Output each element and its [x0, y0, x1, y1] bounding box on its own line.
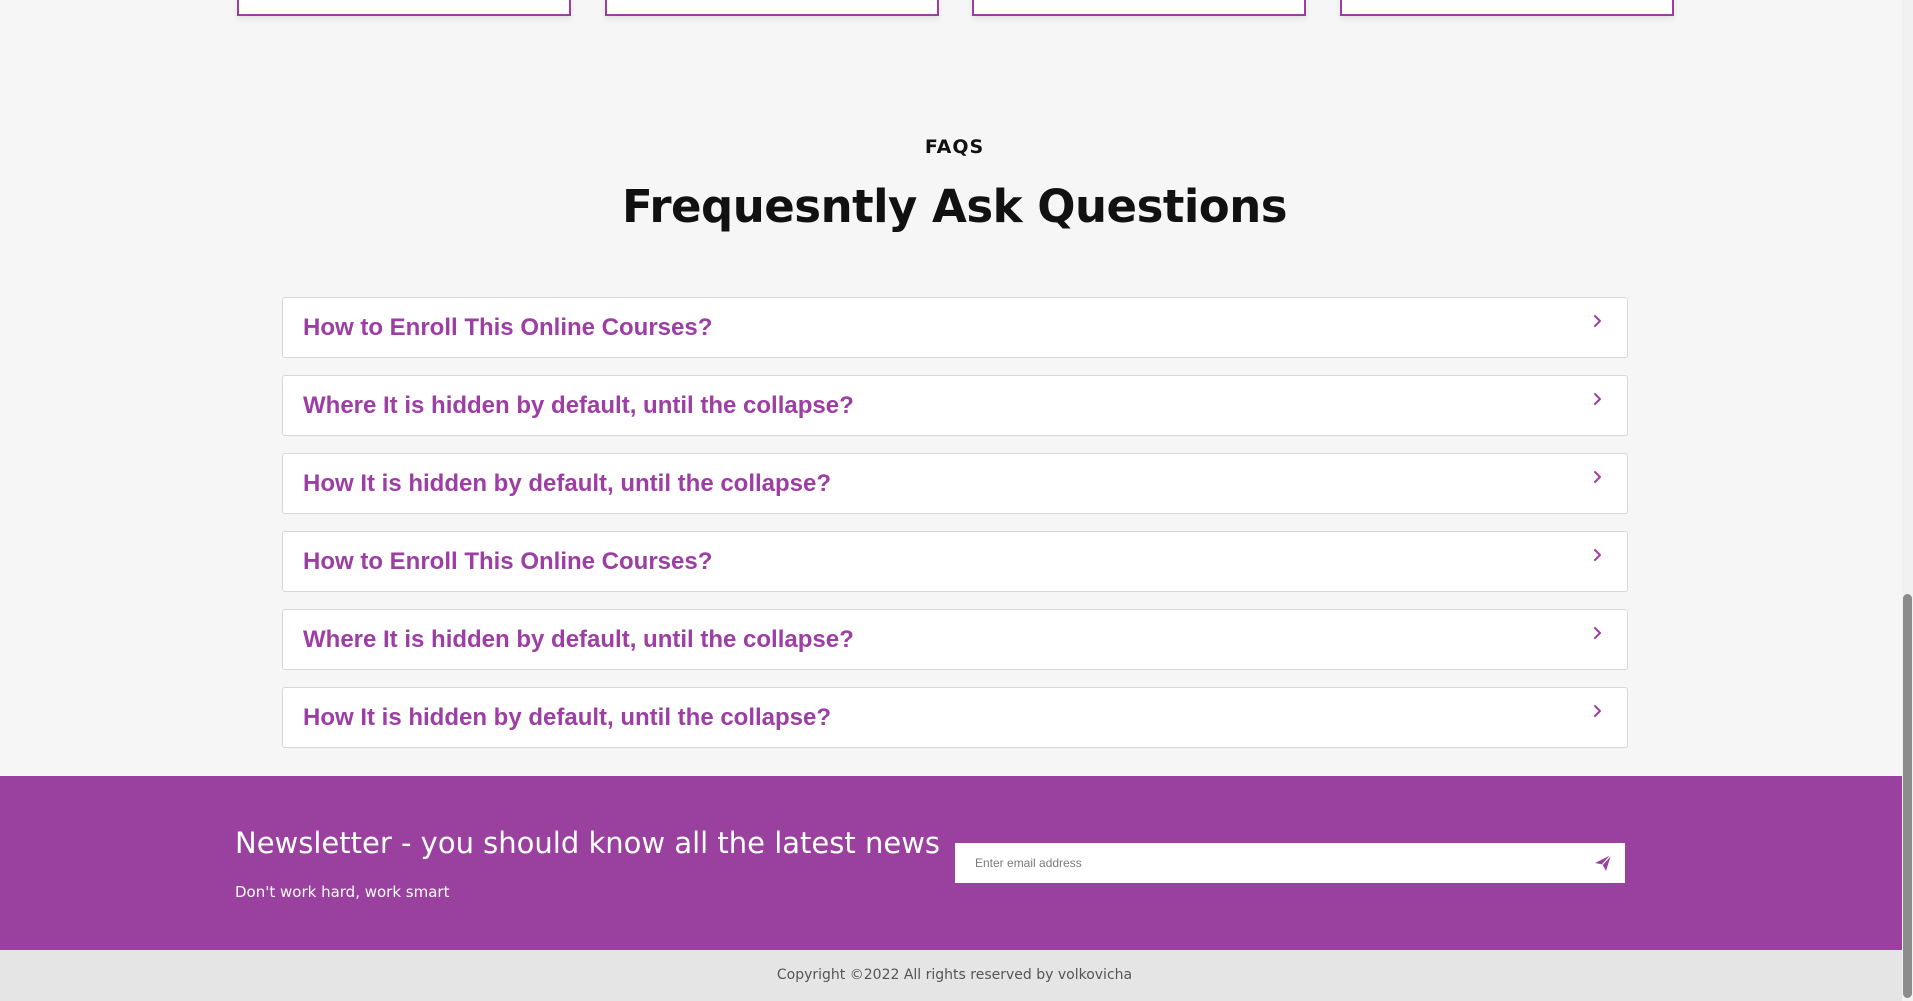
course-card[interactable]	[237, 0, 571, 16]
footer: Copyright ©2022 All rights reserved by v…	[0, 950, 1913, 1001]
course-cards-row	[0, 0, 1913, 20]
newsletter-section: Newsletter - you should know all the lat…	[0, 776, 1913, 950]
chevron-right-icon	[1594, 705, 1601, 717]
email-input[interactable]	[955, 843, 1555, 883]
faq-item[interactable]: How It is hidden by default, until the c…	[282, 453, 1628, 514]
newsletter-title: Newsletter - you should know all the lat…	[235, 826, 941, 860]
faq-item[interactable]: How to Enroll This Online Courses?	[282, 297, 1628, 358]
chevron-right-icon	[1594, 315, 1601, 327]
chevron-right-icon	[1594, 627, 1601, 639]
faq-question: How to Enroll This Online Courses?	[303, 548, 713, 575]
newsletter-subtitle: Don't work hard, work smart	[235, 883, 450, 901]
faq-item[interactable]: How It is hidden by default, until the c…	[282, 687, 1628, 748]
faq-item[interactable]: How to Enroll This Online Courses?	[282, 531, 1628, 592]
page: FAQS Frequesntly Ask Questions How to En…	[0, 0, 1913, 1001]
chevron-right-icon	[1594, 393, 1601, 405]
faq-question: Where It is hidden by default, until the…	[303, 392, 854, 419]
chevron-right-icon	[1594, 471, 1601, 483]
chevron-right-icon	[1594, 549, 1601, 561]
newsletter-form	[955, 843, 1625, 883]
course-card[interactable]	[972, 0, 1306, 16]
paper-plane-icon[interactable]	[1593, 853, 1613, 873]
faq-question: How to Enroll This Online Courses?	[303, 314, 713, 341]
faq-list: How to Enroll This Online Courses? Where…	[282, 297, 1628, 765]
faq-question: How It is hidden by default, until the c…	[303, 704, 832, 731]
faq-item[interactable]: Where It is hidden by default, until the…	[282, 609, 1628, 670]
scrollbar[interactable]	[1902, 0, 1913, 1001]
faq-question: How It is hidden by default, until the c…	[303, 470, 832, 497]
faq-item[interactable]: Where It is hidden by default, until the…	[282, 375, 1628, 436]
faq-title: Frequesntly Ask Questions	[621, 180, 1288, 233]
copyright-text: Copyright ©2022 All rights reserved by v…	[776, 967, 1133, 983]
faq-kicker: FAQS	[924, 136, 985, 158]
faq-question: Where It is hidden by default, until the…	[303, 626, 854, 653]
scrollbar-thumb[interactable]	[1903, 594, 1912, 998]
course-card[interactable]	[605, 0, 939, 16]
course-card[interactable]	[1340, 0, 1674, 16]
